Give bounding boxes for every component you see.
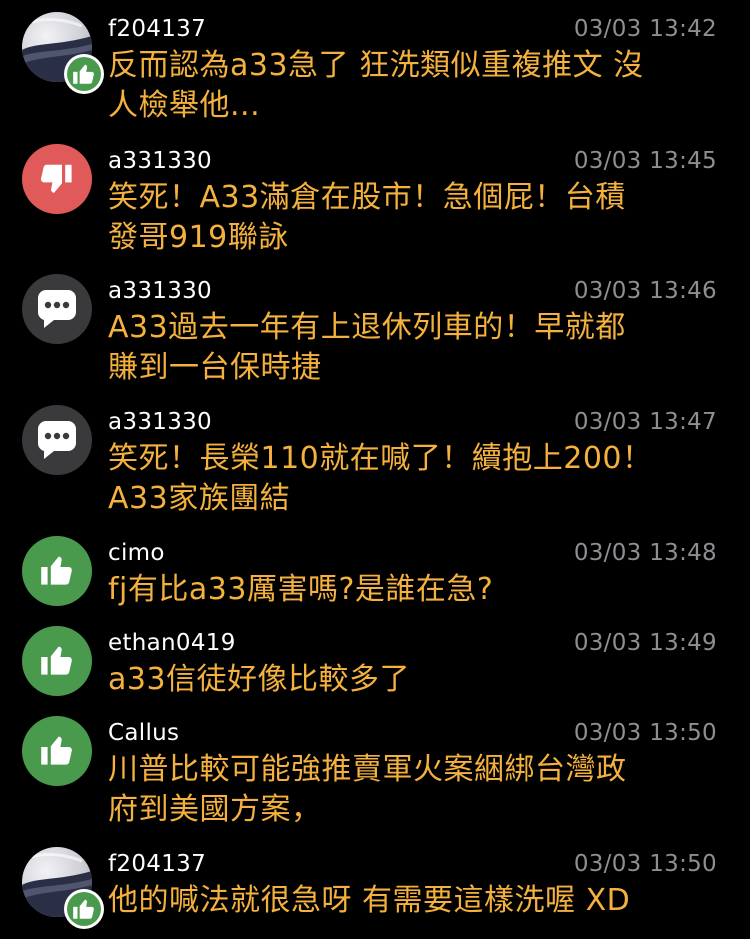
comment-content: 笑死！A33滿倉在股市！急個屁！台積 發哥919聯詠: [108, 178, 708, 258]
comment-username[interactable]: a331330: [108, 146, 212, 176]
comment-content: 反而認為a33急了 狂洗類似重複推文 沒 人檢舉他...: [108, 46, 708, 126]
user-photo-icon[interactable]: [22, 12, 104, 94]
comment-username[interactable]: ethan0419: [108, 628, 236, 658]
comment-username[interactable]: Callus: [108, 718, 179, 748]
comment-line: 發哥919聯詠: [108, 220, 289, 255]
comment-line: a33信徒好像比較多了: [108, 662, 411, 697]
comment-list: f204137 03/03 13:42 反而認為a33急了 狂洗類似重複推文 沒…: [0, 0, 750, 939]
thumbs-up-icon: [64, 889, 104, 929]
thumbs-up-icon: [64, 54, 104, 94]
comment-timestamp: 03/03 13:50: [573, 851, 717, 877]
comment-timestamp: 03/03 13:50: [573, 720, 717, 746]
comment-line: 笑死！長榮110就在喊了！續抱上200！: [108, 441, 653, 476]
comment-content: 笑死！長榮110就在喊了！續抱上200！ A33家族團結: [108, 439, 708, 519]
speech-bubble-icon: [22, 274, 92, 344]
comment-content: fj有比a33厲害嗎?是誰在急?: [108, 570, 708, 610]
user-photo-icon[interactable]: [22, 847, 104, 929]
comment-line: 川普比較可能強推賣軍火案綑綁台灣政: [108, 752, 627, 787]
comment-line: 反而認為a33急了 狂洗類似重複推文 沒: [108, 48, 644, 83]
comment-timestamp: 03/03 13:48: [573, 540, 717, 566]
comment-line: A33過去一年有上退休列車的！早就都: [108, 310, 626, 345]
thumbs-up-icon: [22, 626, 92, 696]
comment-line: A33家族團結: [108, 481, 291, 516]
comment-username[interactable]: a331330: [108, 276, 212, 306]
comment-content: A33過去一年有上退休列車的！早就都 賺到一台保時捷: [108, 308, 708, 388]
comment-line: 人檢舉他...: [108, 88, 261, 123]
comment-timestamp: 03/03 13:46: [573, 278, 717, 304]
comment-username[interactable]: f204137: [108, 849, 206, 879]
comment-timestamp: 03/03 13:45: [573, 148, 717, 174]
comment-username[interactable]: cimo: [108, 538, 165, 568]
comment-username[interactable]: a331330: [108, 407, 212, 437]
comment-line: 賺到一台保時捷: [108, 350, 322, 385]
comment-content: 他的喊法就很急呀 有需要這樣洗喔 XD: [108, 881, 708, 921]
speech-bubble-icon: [22, 405, 92, 475]
comment-timestamp: 03/03 13:42: [573, 16, 717, 42]
comment-content: a33信徒好像比較多了: [108, 660, 708, 700]
comment-username[interactable]: f204137: [108, 14, 206, 44]
comment-content: 川普比較可能強推賣軍火案綑綁台灣政 府到美國方案，: [108, 750, 708, 830]
comment-line: fj有比a33厲害嗎?是誰在急?: [108, 572, 494, 607]
thumbs-up-icon: [22, 536, 92, 606]
comment-timestamp: 03/03 13:49: [573, 630, 717, 656]
thumbs-up-icon: [22, 716, 92, 786]
comment-timestamp: 03/03 13:47: [573, 409, 717, 435]
thumbs-down-icon: [22, 144, 92, 214]
comment-line: 他的喊法就很急呀 有需要這樣洗喔 XD: [108, 883, 631, 918]
comment-line: 笑死！A33滿倉在股市！急個屁！台積: [108, 180, 626, 215]
comment-line: 府到美國方案，: [108, 792, 322, 827]
